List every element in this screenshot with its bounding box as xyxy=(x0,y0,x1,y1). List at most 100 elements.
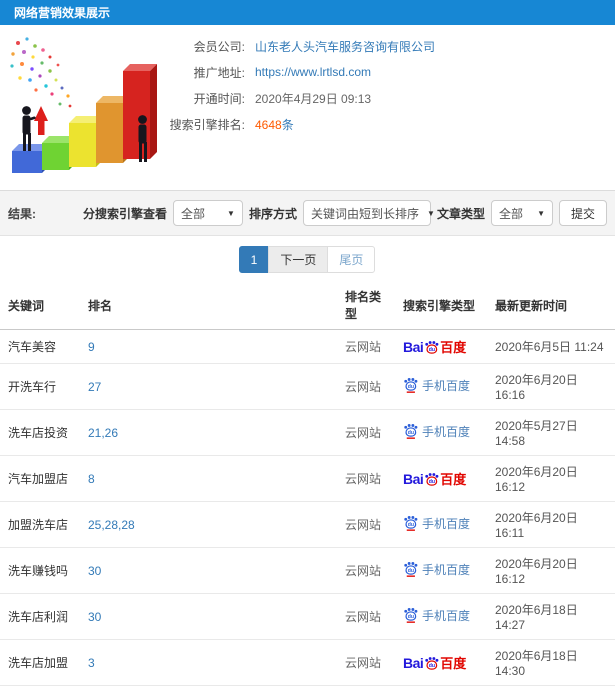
up-arrow-icon xyxy=(34,106,48,135)
rank-column-header: 排名 xyxy=(80,282,337,330)
rank-link[interactable]: 21,26 xyxy=(88,426,118,440)
keyword-cell: 汽车美容 xyxy=(0,329,80,364)
rank-type-cell: 云网站 xyxy=(337,547,395,594)
updated-time-cell: 2020年5月27日 14:58 xyxy=(487,409,615,456)
next-page-button[interactable]: 下一页 xyxy=(268,246,329,273)
rank-cell: 30 xyxy=(80,593,337,640)
table-row: 洗车店利润 30 云网站 du 手机百度 2020年6月18日 14:27 xyxy=(0,593,615,640)
updated-column-header: 最新更新时间 xyxy=(487,282,615,330)
chevron-down-icon: ▼ xyxy=(227,208,235,218)
rank-cell: 30 xyxy=(80,547,337,594)
page-1-button[interactable]: 1 xyxy=(238,246,270,273)
results-table-body: 汽车美容 9 云网站 Bai du 百度 2020年6月5日 11:24 开洗车行 27 云网站 d… xyxy=(0,329,615,686)
last-page-button[interactable]: 尾页 xyxy=(327,246,376,273)
rank-link[interactable]: 30 xyxy=(88,610,101,624)
keyword-cell: 汽车加盟店 xyxy=(0,455,80,502)
rank-link[interactable]: 27 xyxy=(88,380,101,394)
rank-link[interactable]: 8 xyxy=(88,472,95,486)
baidu-paw-icon: du xyxy=(404,608,418,624)
engine-type-cell: du 手机百度 xyxy=(395,547,487,594)
baidu-paw-icon: du xyxy=(404,424,418,440)
table-row: 开洗车行 27 云网站 du 手机百度 2020年6月20日 16:16 xyxy=(0,363,615,410)
sort-label: 排序方式 xyxy=(248,206,297,221)
open-time-row: 开通时间: 2020年4月29日 09:13 xyxy=(97,85,615,111)
rank-link[interactable]: 9 xyxy=(88,340,95,354)
rank-cell: 25,28,28 xyxy=(80,501,337,548)
table-row: 洗车店投资 21,26 云网站 du 手机百度 2020年5月27日 14:58 xyxy=(0,409,615,456)
svg-text:du: du xyxy=(408,384,414,390)
promo-url-link[interactable]: https://www.lrtlsd.com xyxy=(255,65,371,79)
engine-rank-row: 搜索引擎排名: 4648条 xyxy=(97,111,615,137)
table-row: 洗车店加盟 3 云网站 Bai du 百度 2020年6月18日 14:30 xyxy=(0,639,615,686)
engine-type-cell: Bai du 百度 xyxy=(395,639,487,686)
rank-type-cell: 云网站 xyxy=(337,409,395,456)
updated-time-cell: 2020年6月20日 16:12 xyxy=(487,455,615,502)
pagination: 1 下一页 尾页 xyxy=(0,236,615,282)
svg-text:du: du xyxy=(408,614,414,620)
rank-type-cell: 云网站 xyxy=(337,639,395,686)
baidu-mobile-logo: du 手机百度 xyxy=(403,515,470,532)
table-row: 加盟洗车店 25,28,28 云网站 du 手机百度 2020年6月20日 16:11 xyxy=(0,501,615,548)
member-company-row: 会员公司: 山东老人头汽车服务咨询有限公司 xyxy=(97,33,615,59)
rank-type-cell: 云网站 xyxy=(337,329,395,364)
rank-cell: 9 xyxy=(80,329,337,364)
svg-text:du: du xyxy=(429,479,435,485)
svg-text:du: du xyxy=(408,522,414,528)
rank-cell: 27 xyxy=(80,363,337,410)
filter-bar: 结果: 分搜索引擎查看 全部 ▼ 排序方式 关键词由短到长排序 ▼ 文章类型 全… xyxy=(0,190,615,236)
keyword-cell: 开洗车行 xyxy=(0,363,80,410)
engine-type-cell: du 手机百度 xyxy=(395,409,487,456)
updated-time-cell: 2020年6月18日 14:27 xyxy=(487,593,615,640)
svg-text:du: du xyxy=(408,568,414,574)
baidu-paw-icon: du xyxy=(404,516,418,532)
updated-time-cell: 2020年6月20日 16:11 xyxy=(487,501,615,548)
article-type-select[interactable]: 全部 ▼ xyxy=(490,200,553,226)
baidu-paw-icon: du xyxy=(425,340,439,354)
sort-value: 关键词由短到长排序 xyxy=(310,206,419,221)
baidu-pc-logo: Bai du 百度 xyxy=(403,470,467,488)
rank-type-cell: 云网站 xyxy=(337,593,395,640)
chevron-down-icon: ▼ xyxy=(537,208,545,218)
article-type-label: 文章类型 xyxy=(436,206,485,221)
rank-link[interactable]: 3 xyxy=(88,656,95,670)
baidu-pc-logo: Bai du 百度 xyxy=(403,654,467,672)
keyword-cell: 洗车赚钱吗 xyxy=(0,547,80,594)
table-header-row: 关键词 排名 排名类型 搜索引擎类型 最新更新时间 xyxy=(0,282,615,330)
engine-type-cell: du 手机百度 xyxy=(395,363,487,410)
filter-controls: 分搜索引擎查看 全部 ▼ 排序方式 关键词由短到长排序 ▼ 文章类型 全部 ▼ … xyxy=(83,200,607,226)
page-title: 网络营销效果展示 xyxy=(14,6,111,20)
confetti-dots xyxy=(10,37,72,108)
engine-type-cell: du 手机百度 xyxy=(395,593,487,640)
keyword-cell: 加盟洗车店 xyxy=(0,501,80,548)
submit-button[interactable]: 提交 xyxy=(558,200,607,226)
rank-count: 4648 xyxy=(255,117,282,132)
header-bar: 网络营销效果展示 xyxy=(0,0,615,25)
svg-text:du: du xyxy=(429,663,435,669)
rank-count-suffix: 条 xyxy=(281,117,294,132)
open-time-value: 2020年4月29日 09:13 xyxy=(255,91,372,106)
updated-time-cell: 2020年6月5日 11:24 xyxy=(487,329,615,364)
updated-time-cell: 2020年6月20日 16:16 xyxy=(487,363,615,410)
engine-filter-select[interactable]: 全部 ▼ xyxy=(172,200,243,226)
rank-cell: 21,26 xyxy=(80,409,337,456)
keyword-cell: 洗车店加盟 xyxy=(0,639,80,686)
account-info-section: 会员公司: 山东老人头汽车服务咨询有限公司 推广地址: https://www.… xyxy=(0,25,615,190)
promo-url-row: 推广地址: https://www.lrtlsd.com xyxy=(97,59,615,85)
svg-text:du: du xyxy=(408,430,414,436)
baidu-paw-icon: du xyxy=(425,472,439,486)
baidu-paw-icon: du xyxy=(404,378,418,394)
rank-link[interactable]: 30 xyxy=(88,564,101,578)
engine-rank-value: 4648条 xyxy=(255,116,294,133)
member-company-link[interactable]: 山东老人头汽车服务咨询有限公司 xyxy=(255,38,435,55)
account-info-rows: 会员公司: 山东老人头汽车服务咨询有限公司 推广地址: https://www.… xyxy=(97,33,615,137)
open-time-label: 开通时间: xyxy=(193,91,245,106)
result-label: 结果: xyxy=(8,206,36,221)
promo-url-label: 推广地址: xyxy=(193,65,245,80)
engine-type-column-header: 搜索引擎类型 xyxy=(395,282,487,330)
keyword-cell: 洗车店利润 xyxy=(0,593,80,640)
results-table: 关键词 排名 排名类型 搜索引擎类型 最新更新时间 汽车美容 9 云网站 Bai du 百… xyxy=(0,282,615,686)
engine-rank-label: 搜索引擎排名: xyxy=(169,117,245,132)
baidu-mobile-logo: du 手机百度 xyxy=(403,561,470,578)
sort-select[interactable]: 关键词由短到长排序 ▼ xyxy=(302,200,435,226)
baidu-paw-icon: du xyxy=(404,562,418,578)
